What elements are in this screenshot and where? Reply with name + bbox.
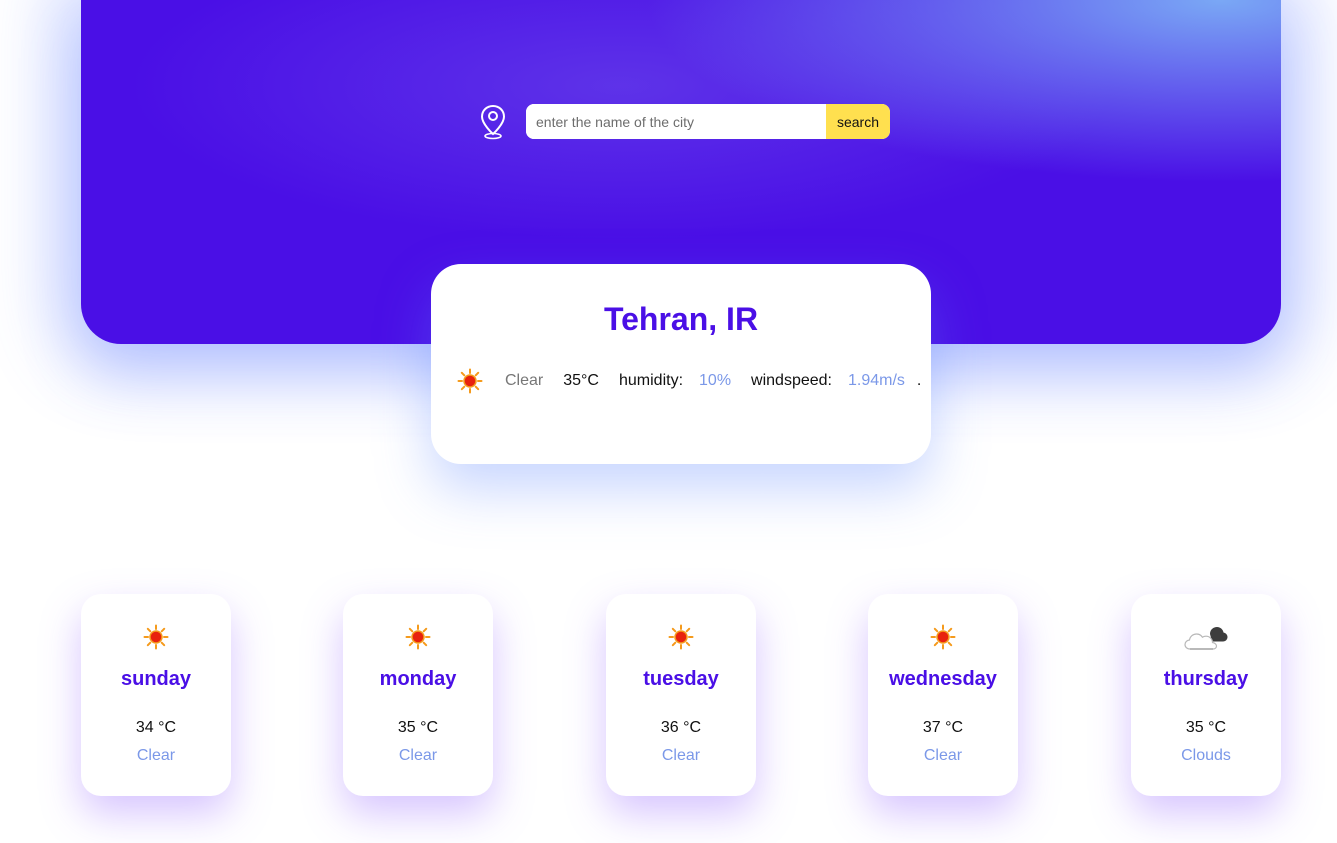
city-title: Tehran, IR xyxy=(603,301,759,337)
forecast-card-thursday: thursday 35 °C Clouds xyxy=(1131,594,1281,796)
location-pin-icon[interactable] xyxy=(478,104,508,140)
search-box: search xyxy=(526,104,890,139)
forecast-temp: 37 °C xyxy=(922,719,964,736)
forecast-description: Clear xyxy=(661,747,701,764)
humidity-value: 10% xyxy=(699,372,732,389)
sun-icon xyxy=(606,624,756,652)
current-description: Clear xyxy=(505,372,544,389)
forecast-day: monday xyxy=(379,668,457,690)
search-row: search xyxy=(478,104,890,139)
forecast-day: tuesday xyxy=(643,668,719,690)
forecast-temp: 34 °C xyxy=(135,719,177,736)
trailing-dot: . xyxy=(916,372,922,389)
windspeed-value: 1.94m/s xyxy=(848,372,905,389)
forecast-card-wednesday: wednesday 37 °C Clear xyxy=(868,594,1018,796)
humidity-label: humidity: xyxy=(618,372,684,389)
forecast-temp: 35 °C xyxy=(1185,719,1227,736)
forecast-description: Clear xyxy=(923,747,963,764)
page: search Tehran, IR xyxy=(0,0,1337,843)
forecast-description: Clouds xyxy=(1181,747,1231,764)
current-temperature: 35°C xyxy=(563,372,599,389)
forecast-day: wednesday xyxy=(889,668,997,690)
forecast-description: Clear xyxy=(398,747,438,764)
forecast-description: Clear xyxy=(136,747,176,764)
forecast-temp: 35 °C xyxy=(397,719,439,736)
forecast-card-tuesday: tuesday 36 °C Clear xyxy=(606,594,756,796)
sun-icon xyxy=(457,368,483,394)
forecast-day: sunday xyxy=(120,668,192,690)
search-button[interactable]: search xyxy=(826,104,890,139)
current-weather-card: Tehran, IR Clear 35°C humidity: 10% wind… xyxy=(431,264,931,464)
city-search-input[interactable] xyxy=(526,104,826,139)
forecast-temp: 36 °C xyxy=(660,719,702,736)
current-weather-details: Clear 35°C humidity: 10% windspeed: 1.94… xyxy=(457,368,921,394)
forecast-card-monday: monday 35 °C Clear xyxy=(343,594,493,796)
forecast-card-sunday: sunday 34 °C Clear xyxy=(81,594,231,796)
cloud-icon xyxy=(1131,624,1281,652)
sun-icon xyxy=(868,624,1018,652)
sun-icon xyxy=(343,624,493,652)
forecast-day: thursday xyxy=(1163,668,1249,690)
sun-icon xyxy=(81,624,231,652)
windspeed-label: windspeed: xyxy=(751,372,832,389)
